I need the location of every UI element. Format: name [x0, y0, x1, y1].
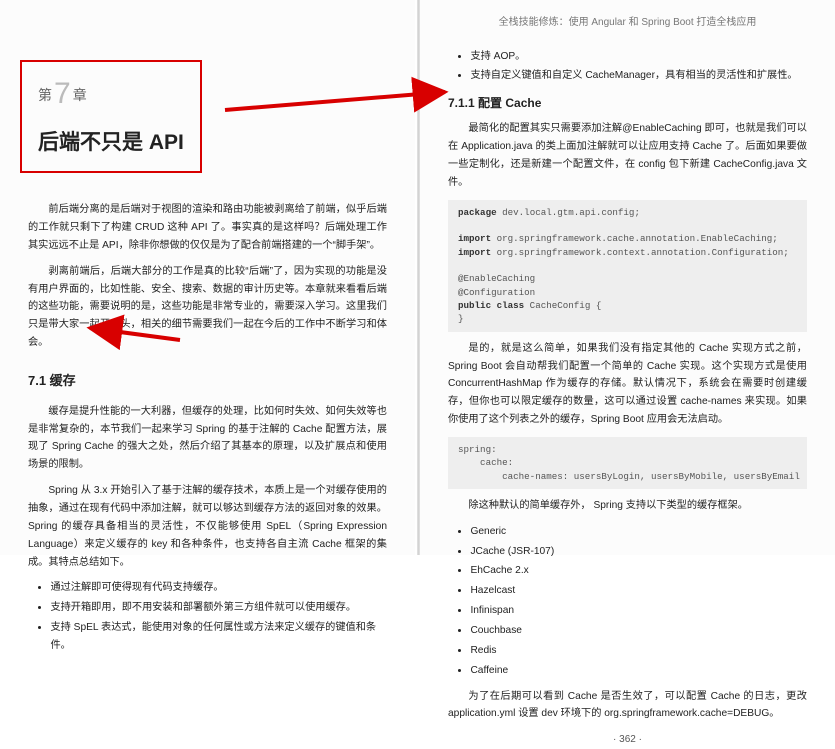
paragraph: 前后端分离的是后端对于视图的渲染和路由功能被剥离给了前端，似乎后端的工作就只剩下…	[28, 201, 387, 255]
section-7-1-1: 7.1.1 配置 Cache	[448, 93, 807, 114]
right-page: 全栈技能修炼：使用 Angular 和 Spring Boot 打造全栈应用 支…	[420, 0, 835, 555]
list-item: JCache (JSR-107)	[470, 543, 807, 561]
list-item: Infinispan	[470, 602, 807, 620]
list-item: Generic	[470, 523, 807, 541]
code-block-yaml: spring: cache: cache-names: usersByLogin…	[448, 437, 807, 489]
chapter-number: 7	[54, 77, 71, 110]
running-head: 全栈技能修炼：使用 Angular 和 Spring Boot 打造全栈应用	[448, 14, 807, 32]
page-divider	[417, 0, 420, 555]
list-item: 支持开箱即用，即不用安装和部署额外第三方组件就可以使用缓存。	[50, 599, 387, 617]
left-page: 第7章 后端不只是 API 前后端分离的是后端对于视图的渲染和路由功能被剥离给了…	[0, 0, 415, 555]
list-item: 支持 AOP。	[470, 48, 807, 66]
list-item: Couchbase	[470, 622, 807, 640]
feature-list: 通过注解即可使得现有代码支持缓存。 支持开箱即用，即不用安装和部署额外第三方组件…	[50, 579, 387, 654]
eyebrow-post: 章	[73, 87, 87, 103]
eyebrow-pre: 第	[38, 87, 52, 103]
chapter-title: 后端不只是 API	[38, 125, 184, 162]
list-item: Caffeine	[470, 662, 807, 680]
paragraph: Spring 从 3.x 开始引入了基于注解的缓存技术，本质上是一个对缓存使用的…	[28, 482, 387, 571]
chapter-highlight-box: 第7章 后端不只是 API	[20, 60, 202, 173]
section-7-1: 7.1 缓存	[28, 370, 387, 393]
paragraph: 为了在后期可以看到 Cache 是否生效了，可以配置 Cache 的日志，更改 …	[448, 688, 807, 724]
page-number: · 362 ·	[448, 731, 807, 749]
code-block-java: package dev.local.gtm.api.config; import…	[448, 200, 807, 332]
paragraph: 缓存是提升性能的一大利器，但缓存的处理，比如何时失效、如何失效等也是非常复杂的，…	[28, 403, 387, 474]
feature-list-continued: 支持 AOP。 支持自定义键值和自定义 CacheManager，具有相当的灵活…	[470, 48, 807, 86]
list-item: Redis	[470, 642, 807, 660]
paragraph: 除这种默认的简单缓存外， Spring 支持以下类型的缓存框架。	[448, 497, 807, 515]
paragraph: 是的，就是这么简单，如果我们没有指定其他的 Cache 实现方式之前，Sprin…	[448, 340, 807, 429]
list-item: Hazelcast	[470, 582, 807, 600]
paragraph: 剥离前端后，后端大部分的工作是真的比较“后端”了，因为实现的功能是没有用户界面的…	[28, 263, 387, 352]
list-item: 支持 SpEL 表达式，能使用对象的任何属性或方法来定义缓存的键值和条件。	[50, 619, 387, 655]
list-item: 支持自定义键值和自定义 CacheManager，具有相当的灵活性和扩展性。	[470, 67, 807, 85]
paragraph: 最简化的配置其实只需要添加注解@EnableCaching 即可，也就是我们可以…	[448, 120, 807, 191]
chapter-eyebrow: 第7章	[38, 68, 184, 121]
list-item: 通过注解即可使得现有代码支持缓存。	[50, 579, 387, 597]
list-item: EhCache 2.x	[470, 562, 807, 580]
cache-libs-list: Generic JCache (JSR-107)EhCache 2.x Hazelc…	[470, 523, 807, 680]
